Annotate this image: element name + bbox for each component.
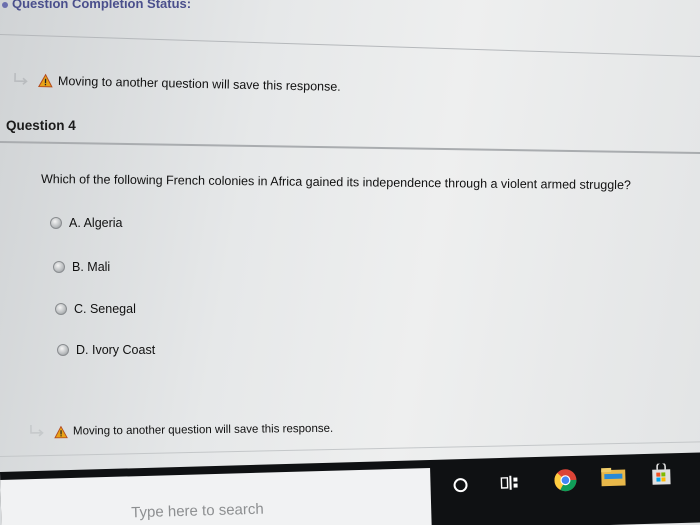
option-d-label: D. Ivory Coast [76,343,156,357]
option-a-label: A. Algeria [69,216,123,230]
radio-option-a[interactable] [50,217,62,229]
radio-option-b[interactable] [53,261,65,273]
windows-taskbar: Type here to search [0,451,700,525]
footer-save-notice-text: Moving to another question will save thi… [72,422,334,438]
search-placeholder: Type here to search [130,500,264,522]
divider [0,34,700,58]
taskbar-search-box[interactable]: Type here to search [0,467,432,525]
store-icon[interactable] [650,463,673,486]
chrome-icon[interactable] [553,468,578,493]
footer-save-notice: Moving to another question will save thi… [28,421,333,440]
option-a[interactable]: A. Algeria [50,216,123,230]
task-view-icon[interactable] [500,475,518,491]
return-arrow-icon [12,72,30,88]
question-title: Question 4 [6,118,76,133]
footer-warning-icon [54,425,68,438]
option-c[interactable]: C. Senegal [55,302,136,316]
save-notice-text: Moving to another question will save thi… [57,73,341,94]
option-d[interactable]: D. Ivory Coast [57,343,155,357]
question-header-divider [0,141,700,155]
warning-icon [38,73,53,88]
cortana-icon[interactable] [452,477,468,493]
radio-option-d[interactable] [57,344,69,356]
quiz-page: Question Completion Status: Moving to an… [0,0,700,525]
footer-return-arrow-icon [28,424,46,440]
option-b[interactable]: B. Mali [53,260,110,274]
completion-status: Question Completion Status: [0,0,700,18]
status-bullet-icon [2,1,8,8]
save-notice: Moving to another question will save thi… [12,72,341,95]
completion-status-title: Question Completion Status: [12,0,192,11]
file-explorer-icon[interactable] [600,467,627,488]
option-c-label: C. Senegal [74,302,136,316]
option-b-label: B. Mali [72,260,111,274]
question-prompt: Which of the following French colonies i… [40,172,631,193]
radio-option-c[interactable] [55,303,67,315]
